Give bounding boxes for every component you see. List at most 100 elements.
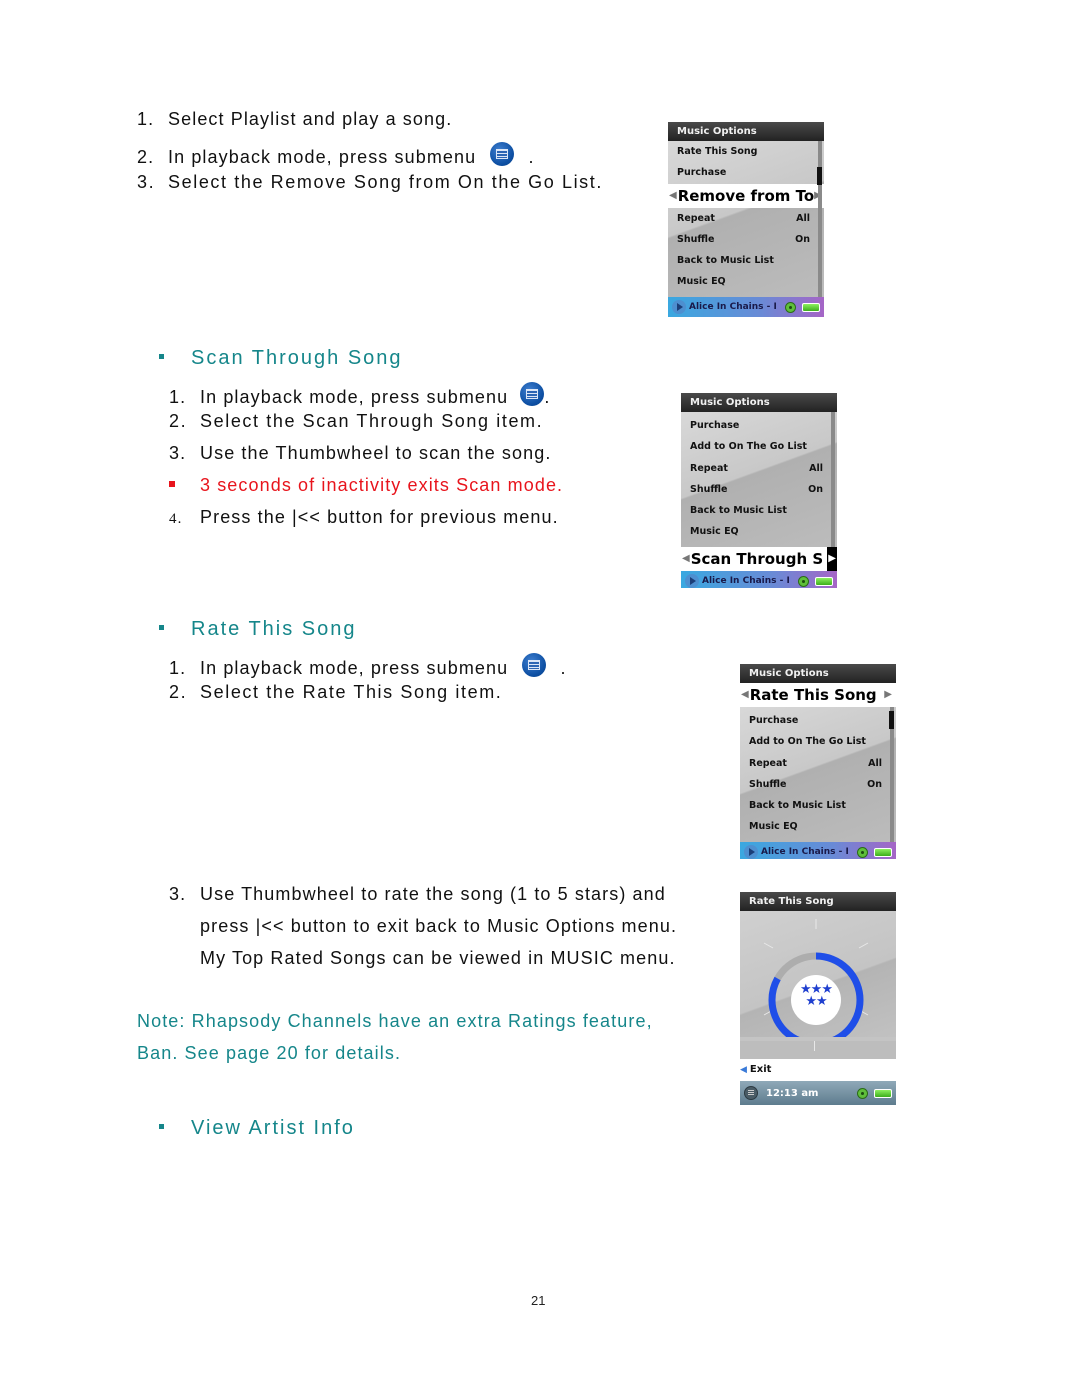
menu-item-shuffle[interactable]: Shuffle On — [681, 479, 837, 500]
heading-scan: Scan Through Song — [159, 346, 403, 370]
menu-item-selected[interactable]: ◀ Scan Through S ▶ — [681, 547, 837, 571]
step-suffix: . — [560, 658, 567, 678]
step-scan-1: 1. In playback mode, press submenu . — [169, 382, 550, 408]
hold-indicator-icon — [857, 1087, 868, 1099]
menu-item-back[interactable]: Back to Music List — [681, 500, 837, 521]
battery-icon — [874, 847, 892, 857]
step-scan-4: 4. Press the |<< button for previous menu… — [169, 506, 559, 530]
menu-item-add-otg[interactable]: Add to On The Go List — [740, 731, 896, 752]
menu-item-label: Shuffle — [749, 778, 787, 790]
step-number: 2. — [137, 147, 155, 167]
menu-item-shuffle[interactable]: Shuffle On — [740, 774, 896, 795]
step-rate-1: 1. In playback mode, press submenu . — [169, 653, 567, 679]
menu-item-back[interactable]: Back to Music List — [668, 250, 824, 271]
step-text: Use the Thumbwheel to scan the song. — [200, 443, 552, 463]
menu-item-label: Add to On The Go List — [749, 736, 866, 748]
menu-item-label: Back to Music List — [749, 800, 846, 812]
step-rate-2: 2. Select the Rate This Song item. — [169, 681, 502, 703]
menu-item-shuffle[interactable]: Shuffle On — [668, 229, 824, 250]
menu-item-repeat[interactable]: Repeat All — [681, 458, 837, 479]
menu-item-selected[interactable]: ◀ Rate This Song ▶ — [740, 683, 896, 707]
step-text: Press the |<< button for previous menu. — [200, 507, 559, 527]
menu-item-purchase[interactable]: Purchase — [681, 415, 837, 436]
heading-artist: View Artist Info — [159, 1116, 355, 1140]
step-number: 1. — [169, 387, 187, 407]
step-remove-2: 2. In playback mode, press submenu . — [137, 142, 535, 168]
tick-mark — [763, 942, 774, 949]
heading-text: Rate This Song — [191, 618, 357, 640]
menu-item-label: Repeat — [677, 212, 715, 224]
bullet-icon — [169, 481, 175, 488]
rating-dial[interactable]: ★★★ ★★ — [740, 911, 896, 1041]
menu-item-label: Shuffle — [690, 483, 728, 495]
menu-item-selected[interactable]: ◀Remove from To▶ — [668, 183, 824, 208]
heading-text: View Artist Info — [191, 1117, 355, 1139]
menu-item-eq[interactable]: Music EQ — [740, 816, 896, 837]
note: Note: Rhapsody Channels have an extra Ra… — [137, 1005, 653, 1069]
menu-item-label: Back to Music List — [677, 255, 774, 267]
menu-item-label: Shuffle — [677, 233, 715, 245]
menu-item-eq[interactable]: Music EQ — [668, 271, 824, 292]
step-remove-1: 1. Select Playlist and play a song. — [137, 108, 452, 130]
scrollbar[interactable] — [818, 141, 822, 297]
play-icon — [685, 574, 699, 588]
menu-item-rate[interactable]: Rate This Song — [668, 141, 824, 162]
menu-item-label: Music EQ — [677, 276, 726, 288]
play-icon — [744, 845, 758, 859]
step-number: 2. — [169, 411, 188, 431]
left-arrow-icon: ◀ — [682, 553, 690, 564]
now-playing-text: Alice In Chains - I — [702, 576, 790, 586]
battery-icon — [815, 576, 833, 586]
step-rate-3: 3. Use Thumbwheel to rate the song (1 to … — [169, 878, 677, 974]
menu-item-label: Repeat — [690, 462, 728, 474]
exit-button[interactable]: ◀ Exit — [740, 1059, 896, 1081]
screen-menu: Purchase Add to On The Go List Repeat All… — [740, 707, 896, 842]
now-playing-text: Alice In Chains - I — [761, 847, 849, 857]
now-playing-bar: Alice In Chains - I — [740, 842, 896, 859]
menu-item-label: Add to On The Go List — [690, 441, 807, 453]
status-bar: 12:13 am — [740, 1081, 896, 1105]
step-text-line: My Top Rated Songs can be viewed in MUSI… — [200, 948, 676, 968]
bullet-icon — [159, 625, 164, 631]
step-text: Select the Remove Song from On the Go Li… — [168, 172, 603, 192]
warning-text: 3 seconds of inactivity exits Scan mode. — [200, 475, 564, 495]
step-text: Select the Rate This Song item. — [200, 682, 503, 702]
device-screen-rating: Rate This Song ★★★ ★★ ◀ Exit 12:13 am — [740, 892, 896, 1105]
submenu-icon — [522, 653, 547, 677]
page-number: 21 — [531, 1293, 546, 1308]
device-screen-remove: Music Options Rate This Song Purchase ◀ R… — [668, 122, 824, 317]
menu-item-add-otg[interactable]: Add to On The Go List — [681, 436, 837, 457]
battery-icon — [874, 1088, 892, 1098]
right-arrow-icon: ▶ — [827, 547, 837, 571]
battery-icon — [802, 302, 820, 312]
menu-item-back[interactable]: Back to Music List — [740, 795, 896, 816]
menu-item-value: On — [808, 483, 823, 495]
heading-text: Scan Through Song — [191, 347, 403, 369]
menu-item-value: All — [809, 462, 823, 474]
menu-item-label: Repeat — [749, 757, 787, 769]
rating-stars: ★★★ ★★ — [800, 981, 833, 1008]
menu-item-repeat[interactable]: Repeat All — [740, 753, 896, 774]
menu-item-label: Purchase — [690, 420, 740, 431]
scrollbar[interactable] — [831, 412, 835, 547]
now-playing-text: Alice In Chains - I — [689, 302, 777, 312]
note-line: Ban. See page 20 for details. — [137, 1043, 402, 1063]
menu-item-purchase[interactable]: Purchase — [668, 162, 824, 183]
step-suffix: . — [544, 387, 551, 407]
screen-title: Music Options — [668, 122, 824, 141]
tick-mark — [858, 942, 869, 949]
menu-item-eq[interactable]: Music EQ — [681, 521, 837, 542]
menu-item-repeat[interactable]: Repeat All — [668, 208, 824, 229]
right-arrow-icon: ▶ — [884, 683, 896, 707]
screen-menu: Purchase Add to On The Go List Repeat All… — [681, 412, 837, 547]
exit-label: Exit — [749, 1064, 772, 1075]
step-scan-3: 3. Use the Thumbwheel to scan the song. — [169, 442, 551, 464]
menu-item-purchase[interactable]: Purchase — [740, 710, 896, 731]
scroll-thumb[interactable] — [889, 711, 894, 729]
step-number: 1. — [169, 658, 187, 678]
menu-item-label: Music EQ — [749, 821, 798, 833]
scroll-thumb[interactable] — [817, 167, 822, 185]
left-arrow-icon: ◀ — [740, 1065, 747, 1075]
selected-label: Rate This Song — [749, 686, 877, 704]
step-number: 1. — [137, 109, 155, 129]
